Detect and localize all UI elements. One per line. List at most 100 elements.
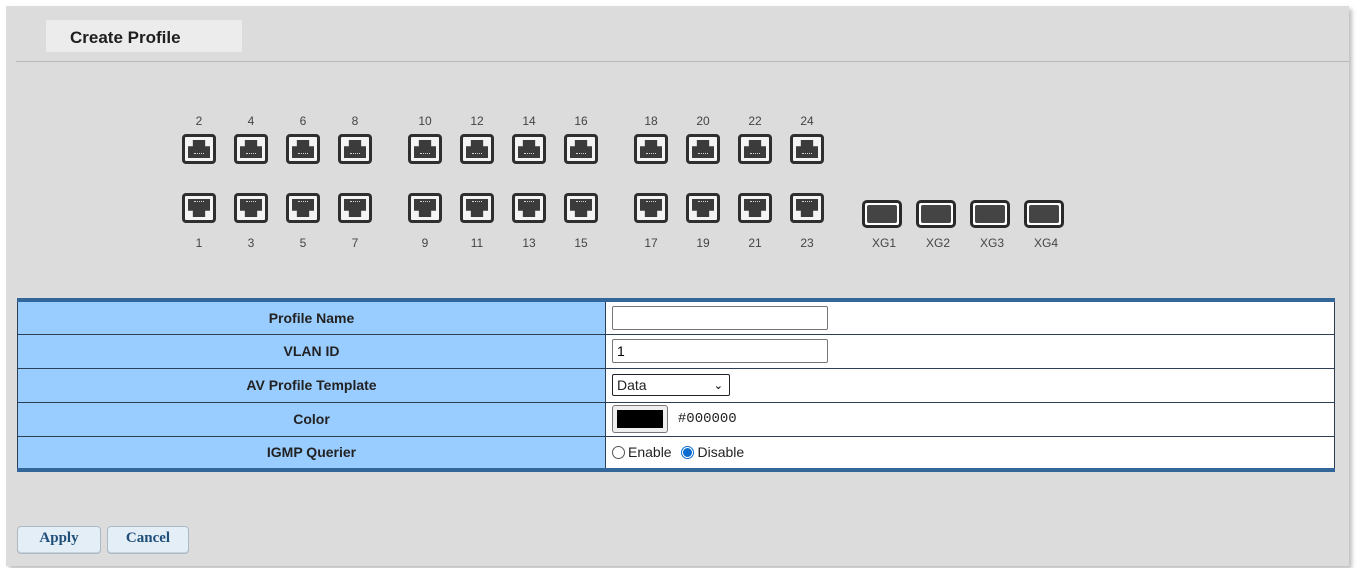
ethernet-port-6[interactable] (286, 134, 320, 164)
igmp-enable-label: Enable (628, 444, 672, 461)
ethernet-port-7[interactable] (338, 193, 372, 223)
ethernet-port-2[interactable] (182, 134, 216, 164)
port-label: 16 (574, 114, 588, 128)
port-pins (194, 201, 204, 203)
color-picker[interactable] (612, 405, 668, 433)
port-pins (420, 201, 430, 203)
igmp-querier-label: IGMP Querier (17, 435, 606, 471)
port-pins (298, 201, 308, 203)
ethernet-port-8[interactable] (338, 134, 372, 164)
port-label: 19 (696, 236, 710, 250)
port-label: 5 (299, 236, 307, 250)
port-label: 15 (574, 236, 588, 250)
ethernet-port-21[interactable] (738, 193, 772, 223)
port-jack-icon (292, 140, 314, 158)
ethernet-port-23[interactable] (790, 193, 824, 223)
port-jack-icon (188, 140, 210, 158)
port-pins (750, 201, 760, 203)
ethernet-port-3[interactable] (234, 193, 268, 223)
ethernet-port-17[interactable] (634, 193, 668, 223)
sfp-port-xg2[interactable] (916, 200, 956, 228)
port-label: XG1 (871, 236, 896, 250)
port-label: 23 (800, 236, 814, 250)
sfp-port-xg1[interactable] (862, 200, 902, 228)
port-label: 12 (470, 114, 484, 128)
profile-name-label: Profile Name (17, 299, 606, 335)
apply-button[interactable]: Apply (17, 526, 101, 554)
ethernet-port-24[interactable] (790, 134, 824, 164)
port-jack-icon (744, 140, 766, 158)
port-pins (194, 153, 204, 155)
port-label: 3 (247, 236, 255, 250)
igmp-querier-cell: Enable Disable (605, 435, 1335, 471)
port-pins (350, 153, 360, 155)
port-label: 22 (748, 114, 762, 128)
ethernet-port-12[interactable] (460, 134, 494, 164)
color-swatch (617, 410, 663, 428)
ethernet-port-4[interactable] (234, 134, 268, 164)
ethernet-port-15[interactable] (564, 193, 598, 223)
ethernet-port-9[interactable] (408, 193, 442, 223)
port-pins (750, 153, 760, 155)
port-pins (246, 153, 256, 155)
port-label: 17 (644, 236, 658, 250)
ethernet-port-11[interactable] (460, 193, 494, 223)
ethernet-port-19[interactable] (686, 193, 720, 223)
main-panel: Create Profile 2 4 6 8 10 12 14 16 18 20 22 24 1 3 5 7 9… (6, 6, 1349, 566)
sfp-port-xg4[interactable] (1024, 200, 1064, 228)
port-label: 4 (247, 114, 255, 128)
port-label: 2 (195, 114, 203, 128)
sfp-port-xg3[interactable] (970, 200, 1010, 228)
port-label: 11 (470, 236, 484, 250)
igmp-querier-row: IGMP Querier Enable Disable (17, 435, 1335, 471)
igmp-disable-radio[interactable] (681, 446, 695, 460)
port-label: 6 (299, 114, 307, 128)
igmp-disable-label: Disable (697, 444, 745, 461)
port-jack-icon (240, 140, 262, 158)
port-label: XG2 (925, 236, 950, 250)
port-label: 7 (351, 236, 359, 250)
av-profile-template-label: AV Profile Template (17, 367, 606, 403)
cancel-button[interactable]: Cancel (107, 526, 189, 554)
sfp-slot-icon (975, 205, 1005, 223)
ethernet-port-5[interactable] (286, 193, 320, 223)
igmp-enable-radio[interactable] (612, 446, 625, 460)
port-panel: 2 4 6 8 10 12 14 16 18 20 22 24 1 3 5 7 9 11 13 15 17 19 21 23 X… (6, 6, 1349, 286)
color-label: Color (17, 401, 606, 437)
av-profile-template-cell: Data ⌄ (605, 367, 1335, 403)
ethernet-port-20[interactable] (686, 134, 720, 164)
vlan-id-label: VLAN ID (17, 333, 606, 369)
av-profile-template-value: Data (617, 377, 647, 393)
vlan-id-input[interactable] (612, 339, 828, 363)
port-pins (802, 201, 812, 203)
ethernet-port-22[interactable] (738, 134, 772, 164)
port-label: 13 (522, 236, 536, 250)
port-pins (472, 153, 482, 155)
port-label: 20 (696, 114, 710, 128)
ethernet-port-14[interactable] (512, 134, 546, 164)
port-pins (698, 201, 708, 203)
vlan-id-cell (605, 333, 1335, 369)
profile-name-row: Profile Name (17, 299, 1335, 335)
ethernet-port-13[interactable] (512, 193, 546, 223)
port-label: 10 (418, 114, 432, 128)
color-cell: #000000 (605, 401, 1335, 437)
port-label: 24 (800, 114, 814, 128)
port-jack-icon (414, 140, 436, 158)
ethernet-port-18[interactable] (634, 134, 668, 164)
ethernet-port-16[interactable] (564, 134, 598, 164)
port-pins (246, 201, 256, 203)
port-label: 21 (748, 236, 762, 250)
ethernet-port-10[interactable] (408, 134, 442, 164)
port-label: XG4 (1033, 236, 1058, 250)
create-profile-form: Profile Name VLAN ID AV Profile Template… (17, 298, 1335, 472)
port-label: 1 (195, 236, 203, 250)
port-jack-icon (640, 140, 662, 158)
profile-name-input[interactable] (612, 305, 828, 330)
port-pins (472, 201, 482, 203)
ethernet-port-1[interactable] (182, 193, 216, 223)
av-profile-template-select[interactable]: Data ⌄ (612, 374, 730, 396)
port-pins (576, 201, 586, 203)
port-pins (420, 153, 430, 155)
port-pins (524, 201, 534, 203)
